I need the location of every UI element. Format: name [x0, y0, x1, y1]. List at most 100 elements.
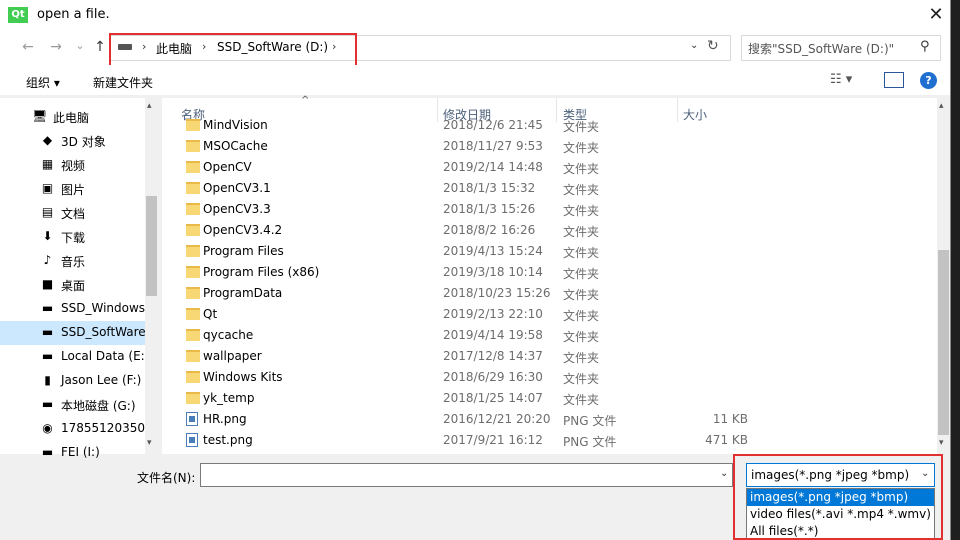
folder-icon — [186, 224, 200, 236]
file-type: 文件夹 — [563, 351, 600, 365]
file-date: 2018/1/3 15:32 — [443, 181, 536, 195]
sidebar-item[interactable]: ▬ FEI (I:) — [0, 441, 145, 465]
sidebar-item-label: Jason Lee (F:) — [61, 373, 142, 387]
folder-icon — [186, 329, 200, 341]
sidebar-item-icon: ▮ — [44, 373, 51, 387]
file-name: qycache — [203, 328, 254, 342]
file-row[interactable]: wallpaper 2017/12/8 14:37 文件夹 — [178, 346, 758, 367]
back-button[interactable]: ← — [18, 39, 38, 57]
sidebar-item[interactable]: ▮ Jason Lee (F:) — [0, 369, 145, 393]
file-list-scroll-thumb[interactable] — [938, 250, 949, 435]
file-date: 2019/4/13 15:24 — [443, 244, 543, 258]
file-date: 2018/12/6 21:45 — [443, 118, 543, 132]
sidebar-item[interactable]: ▦ 视频 — [0, 153, 145, 177]
nav-scroll-thumb[interactable] — [146, 196, 157, 296]
file-name: test.png — [203, 433, 253, 447]
file-date: 2018/11/27 9:53 — [443, 139, 543, 153]
file-row[interactable]: Program Files (x86) 2019/3/18 10:14 文件夹 — [178, 262, 758, 283]
new-folder-button[interactable]: 新建文件夹 — [93, 74, 153, 91]
file-type: 文件夹 — [563, 183, 600, 197]
sidebar-item-icon: 🖥 — [32, 109, 48, 123]
file-type: 文件夹 — [563, 288, 600, 302]
folder-icon — [186, 140, 200, 152]
sidebar-item-icon: ▦ — [41, 157, 54, 171]
file-type: PNG 文件 — [563, 414, 617, 428]
file-row[interactable]: ProgramData 2018/10/23 15:26 文件夹 — [178, 283, 758, 304]
file-row[interactable]: HR.png 2016/12/21 20:20 PNG 文件 11 KB — [178, 409, 758, 430]
file-row[interactable]: OpenCV3.4.2 2018/8/2 16:26 文件夹 — [178, 220, 758, 241]
sidebar-item[interactable]: ◆ 3D 对象 — [0, 129, 145, 153]
title-bar — [0, 0, 950, 31]
chevron-down-icon[interactable]: ⌄ — [690, 40, 698, 51]
sidebar-item[interactable]: ▤ 文档 — [0, 201, 145, 225]
help-icon[interactable]: ? — [920, 72, 937, 89]
file-row[interactable]: yk_temp 2018/1/25 14:07 文件夹 — [178, 388, 758, 409]
sidebar-item-icon: ♪ — [43, 253, 52, 267]
file-row[interactable]: OpenCV3.1 2018/1/3 15:32 文件夹 — [178, 178, 758, 199]
sidebar-item[interactable]: ♪ 音乐 — [0, 249, 145, 273]
sidebar-item-label: 音乐 — [61, 255, 86, 269]
sidebar-item-icon: ▬ — [41, 349, 54, 363]
file-name: Windows Kits — [203, 370, 283, 384]
chevron-down-icon[interactable]: ⌄ — [720, 468, 728, 479]
annotation-highlight-address — [109, 33, 357, 68]
refresh-icon[interactable]: ↻ — [707, 38, 725, 56]
sidebar-item[interactable]: ▬ 本地磁盘 (G:) — [0, 393, 145, 417]
file-row[interactable]: MSOCache 2018/11/27 9:53 文件夹 — [178, 136, 758, 157]
file-name: OpenCV3.4.2 — [203, 223, 283, 237]
sidebar-item-label: FEI (I:) — [61, 445, 100, 459]
preview-pane-icon[interactable] — [884, 72, 904, 88]
sidebar-item[interactable]: ▬ Local Data (E:) — [0, 345, 150, 369]
file-name: MSOCache — [203, 139, 268, 153]
folder-icon — [186, 266, 200, 278]
folder-icon — [186, 119, 200, 131]
file-row[interactable]: test.png 2017/9/21 16:12 PNG 文件 471 KB — [178, 430, 758, 451]
file-name: Qt — [203, 307, 218, 321]
sidebar-item[interactable]: ▬ SSD_Windows — [0, 297, 145, 321]
file-row[interactable]: Windows Kits 2018/6/29 16:30 文件夹 — [178, 367, 758, 388]
sidebar-item-icon: ▤ — [41, 205, 54, 219]
scroll-up-icon[interactable]: ▴ — [147, 101, 152, 111]
search-icon[interactable]: ⚲ — [920, 39, 930, 54]
file-row[interactable]: Qt 2019/2/13 22:10 文件夹 — [178, 304, 758, 325]
folder-icon — [186, 350, 200, 362]
sidebar-item-icon: ▬ — [41, 445, 54, 459]
sidebar-item[interactable]: ■ 桌面 — [0, 273, 145, 297]
scroll-down-icon[interactable]: ▾ — [939, 438, 944, 448]
sidebar-item-icon: ▬ — [41, 397, 54, 411]
sidebar-item[interactable]: 🖥 此电脑 — [0, 105, 145, 129]
sidebar-item-icon: ▬ — [41, 325, 54, 339]
search-placeholder: 搜索"SSD_SoftWare (D:)" — [748, 42, 895, 56]
organize-button[interactable]: 组织 ▾ — [26, 74, 60, 91]
sidebar-item[interactable]: ⬇ 下载 — [0, 225, 145, 249]
sidebar-item-icon: ■ — [41, 277, 54, 291]
sidebar-item-label: 桌面 — [61, 279, 86, 293]
file-type: 文件夹 — [563, 372, 600, 386]
close-button[interactable]: ✕ — [924, 4, 948, 26]
file-row[interactable]: MindVision 2018/12/6 21:45 文件夹 — [178, 115, 758, 136]
sidebar-item[interactable]: ▬ SSD_SoftWare — [0, 321, 146, 345]
sidebar-item[interactable]: ◉ 17855120350 — [0, 417, 145, 441]
folder-icon — [186, 308, 200, 320]
scroll-up-icon[interactable]: ▴ — [939, 101, 944, 111]
file-date: 2019/2/14 14:48 — [443, 160, 543, 174]
file-row[interactable]: OpenCV 2019/2/14 14:48 文件夹 — [178, 157, 758, 178]
file-type: PNG 文件 — [563, 435, 617, 449]
filename-input[interactable] — [200, 463, 733, 487]
up-button[interactable]: ↑ — [90, 39, 110, 57]
folder-icon — [186, 182, 200, 194]
annotation-highlight-filter — [733, 454, 943, 540]
forward-button[interactable]: → — [46, 39, 66, 57]
sidebar-item-icon: ▣ — [41, 181, 54, 195]
sidebar-item-label: SSD_Windows — [61, 301, 146, 315]
file-date: 2018/8/2 16:26 — [443, 223, 536, 237]
recent-dropdown[interactable]: ⌄ — [70, 39, 90, 57]
window-title: open a file. — [37, 7, 110, 22]
scroll-down-icon[interactable]: ▾ — [147, 438, 152, 448]
sidebar-item[interactable]: ▣ 图片 — [0, 177, 145, 201]
file-row[interactable]: qycache 2019/4/14 19:58 文件夹 — [178, 325, 758, 346]
file-row[interactable]: Program Files 2019/4/13 15:24 文件夹 — [178, 241, 758, 262]
file-row[interactable]: OpenCV3.3 2018/1/3 15:26 文件夹 — [178, 199, 758, 220]
file-date: 2017/12/8 14:37 — [443, 349, 543, 363]
view-options-button[interactable]: ☷ ▾ — [830, 72, 852, 87]
